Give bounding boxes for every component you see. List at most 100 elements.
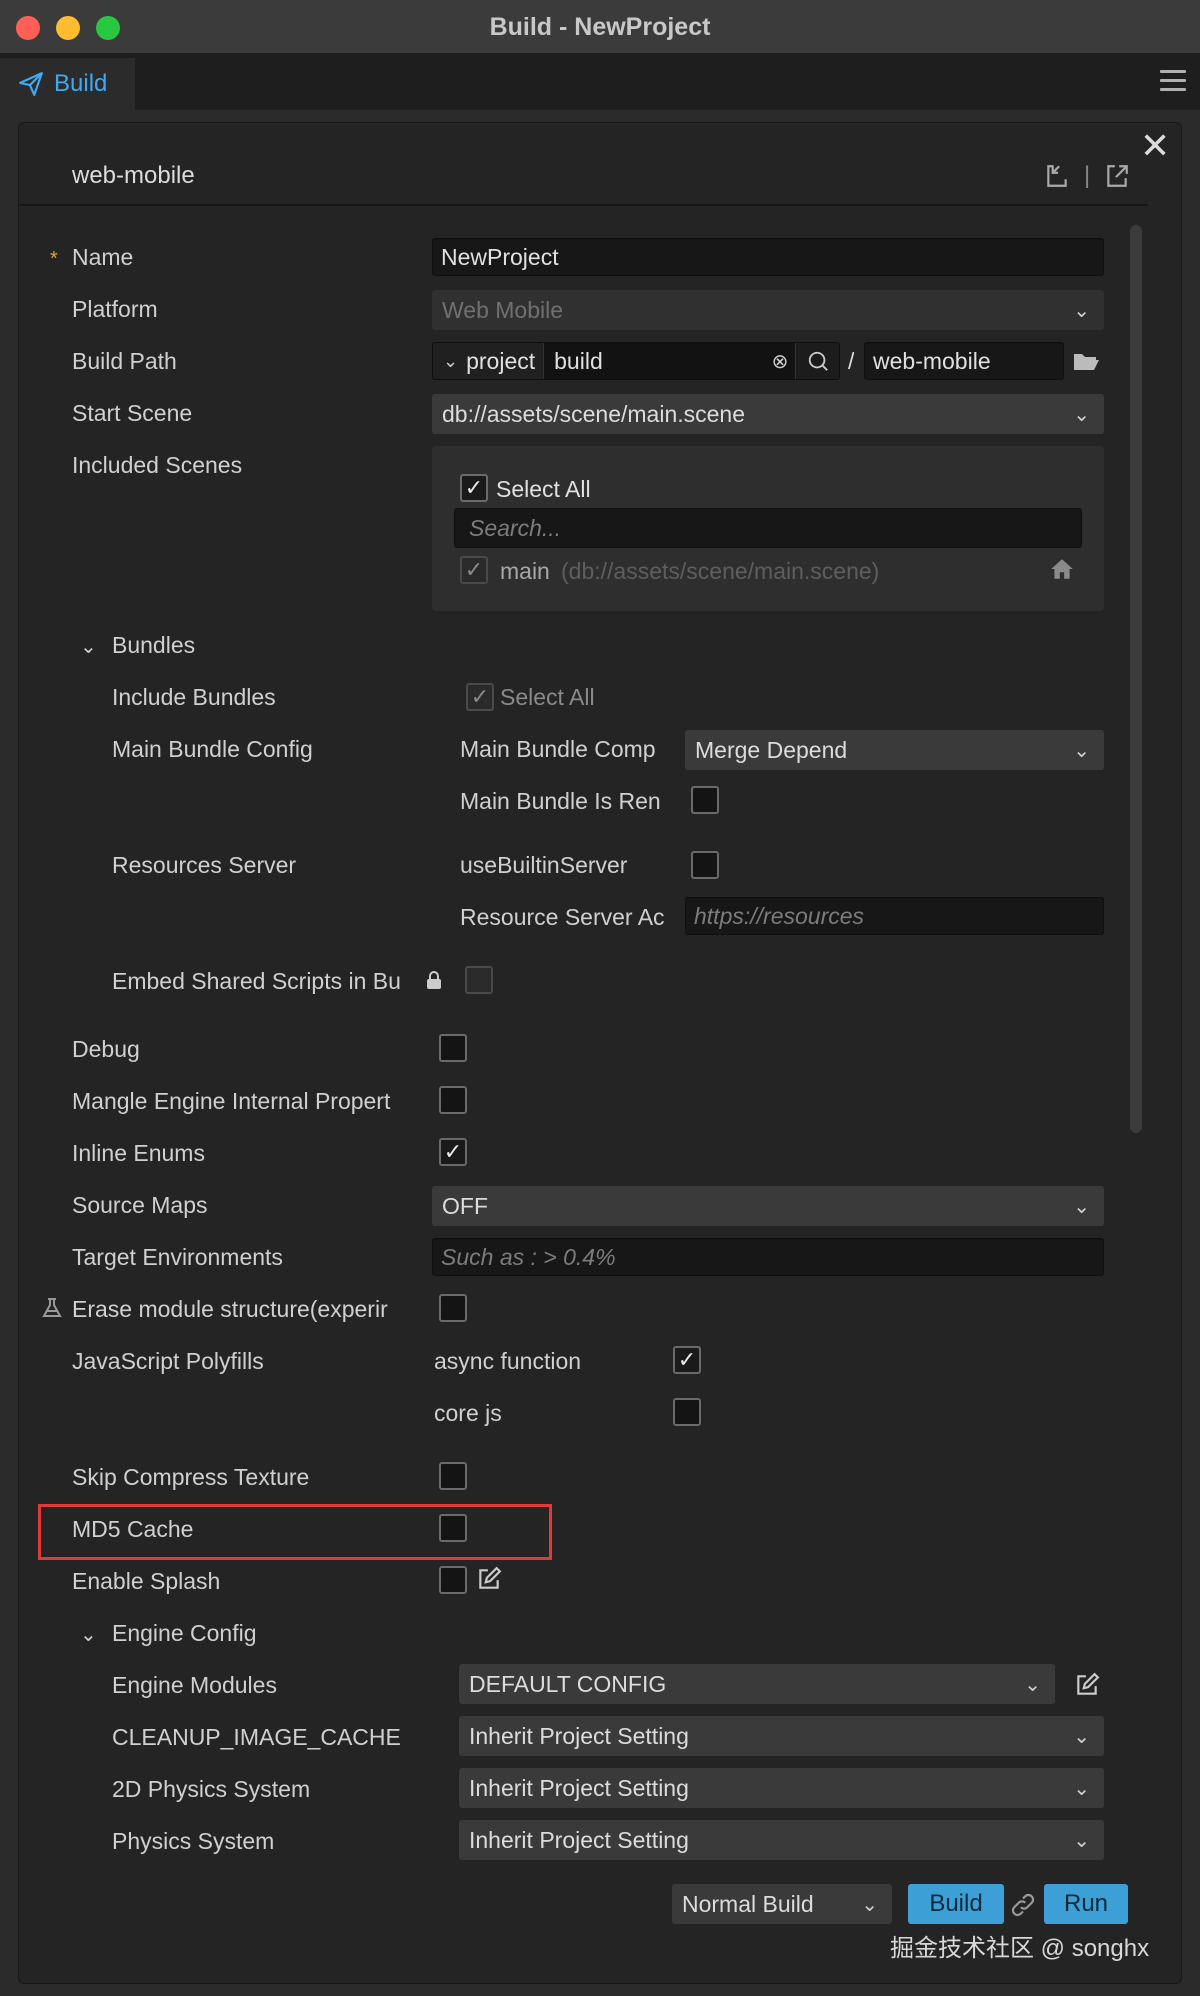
mangle-label: Mangle Engine Internal Propert (72, 1088, 391, 1114)
build-path-label: Build Path (72, 348, 177, 374)
chevron-down-icon: ⌄ (1073, 1196, 1090, 1218)
physics-2d-select[interactable]: Inherit Project Setting ⌄ (459, 1768, 1104, 1808)
run-button[interactable]: Run (1044, 1884, 1128, 1924)
flask-icon (42, 1298, 62, 1317)
chevron-down-icon: ⌄ (861, 1894, 878, 1916)
import-icon[interactable] (1044, 163, 1070, 189)
build-button[interactable]: Build (908, 1884, 1004, 1924)
debug-checkbox[interactable] (439, 1034, 467, 1062)
debug-label: Debug (72, 1036, 140, 1062)
name-input[interactable]: NewProject (432, 238, 1104, 276)
select-all-scenes-checkbox[interactable]: ✓ (460, 474, 488, 502)
async-function-label: async function (434, 1348, 582, 1374)
edit-icon[interactable] (476, 1566, 502, 1592)
build-path-group: ⌄ project build ⊗ (432, 342, 840, 380)
chevron-down-icon: ⌄ (1024, 1674, 1041, 1696)
polyfills-label: JavaScript Polyfills (72, 1348, 264, 1374)
erase-module-checkbox[interactable] (439, 1294, 467, 1322)
lock-icon (427, 971, 441, 989)
target-environments-input[interactable]: Such as : > 0.4% (432, 1238, 1104, 1276)
scene-main-name: main (500, 558, 550, 584)
included-scenes-label: Included Scenes (72, 452, 243, 478)
required-marker: * (50, 248, 58, 270)
export-icon[interactable] (1104, 163, 1130, 189)
mangle-checkbox[interactable] (439, 1086, 467, 1114)
resource-server-address-input[interactable]: https://resources (685, 897, 1104, 935)
tab-build[interactable]: Build (0, 58, 135, 110)
folder-icon[interactable] (1072, 350, 1100, 374)
edit-icon[interactable] (1074, 1672, 1100, 1698)
main-bundle-is-remote-label: Main Bundle Is Ren (460, 788, 661, 814)
scrollbar[interactable] (1130, 225, 1142, 1133)
main-bundle-is-remote-checkbox[interactable] (691, 786, 719, 814)
use-builtin-server-label: useBuiltinServer (460, 852, 628, 878)
include-bundles-label: Include Bundles (112, 684, 276, 710)
skip-compress-checkbox[interactable] (439, 1462, 467, 1490)
main-bundle-config-label: Main Bundle Config (112, 736, 313, 762)
md5-cache-checkbox[interactable] (439, 1514, 467, 1542)
enable-splash-label: Enable Splash (72, 1568, 221, 1594)
select-all-scenes-label: Select All (496, 476, 591, 502)
async-function-checkbox[interactable]: ✓ (673, 1346, 701, 1374)
engine-config-label[interactable]: Engine Config (112, 1620, 257, 1647)
chevron-down-icon[interactable]: ⌄ (433, 351, 466, 372)
use-builtin-server-checkbox[interactable] (691, 851, 719, 879)
hamburger-icon[interactable] (1160, 70, 1186, 97)
chevron-down-icon: ⌄ (1073, 1778, 1090, 1800)
bundles-label[interactable]: Bundles (112, 632, 195, 659)
chevron-down-icon: ⌄ (1073, 1830, 1090, 1852)
enable-splash-checkbox[interactable] (439, 1566, 467, 1594)
window-title: Build - NewProject (489, 13, 711, 41)
inline-enums-checkbox[interactable]: ✓ (439, 1138, 467, 1166)
scene-main-path: (db://assets/scene/main.scene) (561, 558, 880, 584)
close-icon[interactable]: ✕ (1140, 128, 1170, 164)
bundles-chevron-icon[interactable]: ⌄ (80, 634, 97, 659)
build-mode-select[interactable]: Normal Build ⌄ (672, 1884, 892, 1924)
engine-config-chevron-icon[interactable]: ⌄ (80, 1622, 97, 1647)
start-scene-label: Start Scene (72, 400, 193, 426)
include-bundles-select-all: Select All (500, 684, 595, 710)
resource-server-address-label: Resource Server Ac (460, 904, 665, 930)
scene-main-checkbox[interactable]: ✓ (460, 556, 488, 584)
clear-icon[interactable]: ⊗ (765, 343, 795, 379)
engine-modules-select[interactable]: DEFAULT CONFIG ⌄ (459, 1664, 1055, 1704)
platform-select: Web Mobile ⌄ (432, 290, 1104, 330)
link-icon[interactable] (1010, 1892, 1036, 1918)
physics-2d-label: 2D Physics System (112, 1776, 311, 1802)
main-bundle-compression-select[interactable]: Merge Depend ⌄ (685, 730, 1104, 770)
erase-module-label: Erase module structure(experir (72, 1296, 388, 1322)
tab-strip: Build (0, 54, 1200, 110)
build-path-sub-input[interactable]: web-mobile (864, 342, 1064, 380)
embed-shared-scripts-checkbox (465, 966, 493, 994)
send-icon (19, 72, 43, 96)
home-icon[interactable] (1048, 556, 1076, 582)
chevron-down-icon: ⌄ (1073, 740, 1090, 762)
target-environments-label: Target Environments (72, 1244, 283, 1270)
chevron-down-icon: ⌄ (1073, 404, 1090, 426)
core-js-checkbox[interactable] (673, 1398, 701, 1426)
watermark: 掘金技术社区 @ songhx (890, 1935, 1150, 1962)
platform-label: Platform (72, 296, 158, 322)
md5-cache-label: MD5 Cache (72, 1516, 194, 1542)
title-bar: Build - NewProject (0, 0, 1200, 54)
search-icon[interactable] (795, 343, 839, 379)
start-scene-select[interactable]: db://assets/scene/main.scene ⌄ (432, 394, 1104, 434)
cleanup-image-cache-select[interactable]: Inherit Project Setting ⌄ (459, 1716, 1104, 1756)
cleanup-image-cache-label: CLEANUP_IMAGE_CACHE (112, 1724, 401, 1750)
chevron-down-icon: ⌄ (1073, 300, 1090, 322)
source-maps-select[interactable]: OFF ⌄ (432, 1186, 1104, 1226)
build-path-input[interactable]: build (543, 343, 765, 379)
physics-system-select[interactable]: Inherit Project Setting ⌄ (459, 1820, 1104, 1860)
resources-server-label: Resources Server (112, 852, 297, 878)
build-path-root[interactable]: project (466, 348, 543, 375)
scene-search-input[interactable]: Search... (454, 508, 1082, 548)
header-divider-line (20, 204, 1148, 206)
main-bundle-compression-label: Main Bundle Comp (460, 736, 656, 762)
name-label: Name (72, 244, 134, 270)
physics-system-label: Physics System (112, 1828, 275, 1854)
platform-header: web-mobile (72, 162, 195, 189)
path-separator: / (848, 348, 855, 374)
header-divider: | (1084, 162, 1091, 189)
core-js-label: core js (434, 1400, 502, 1426)
source-maps-label: Source Maps (72, 1192, 208, 1218)
